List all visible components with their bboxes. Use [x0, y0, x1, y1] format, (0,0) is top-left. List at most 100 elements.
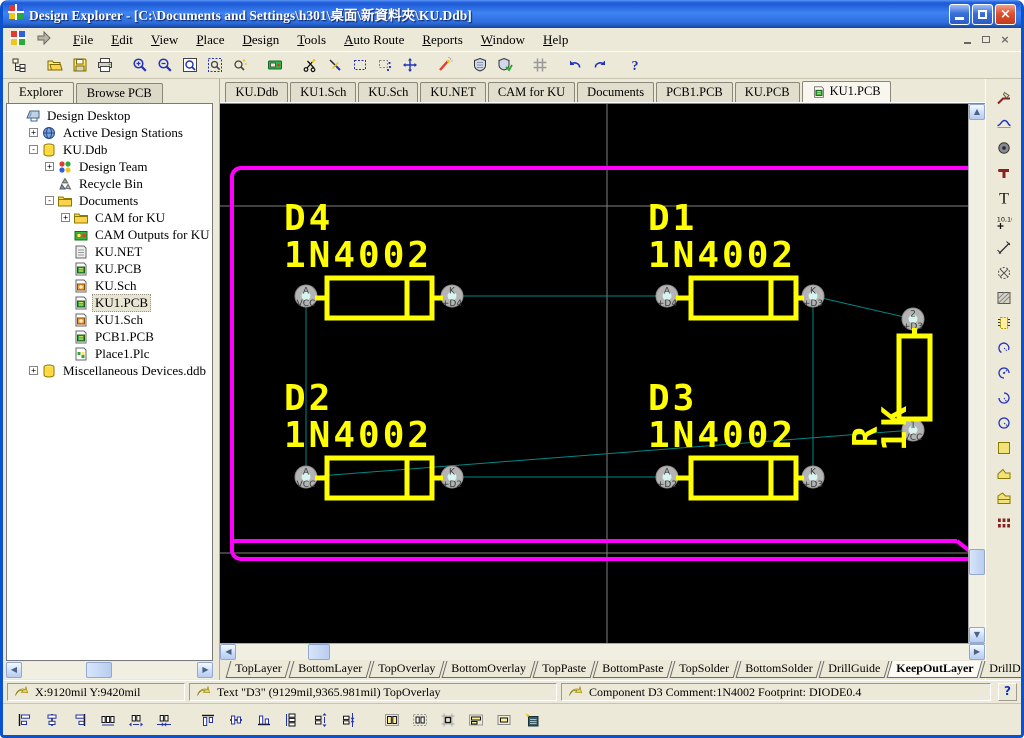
tree-item-miscellaneous-devices-ddb[interactable]: +Miscellaneous Devices.ddb	[9, 362, 212, 379]
wand-button[interactable]	[433, 54, 457, 76]
layer-tab-bottomsolder[interactable]: BottomSolder	[735, 661, 821, 678]
menu-app-icon[interactable]	[10, 30, 26, 50]
tree-item-place1-plc[interactable]: Place1.Plc	[9, 345, 212, 362]
shield-button[interactable]	[468, 54, 492, 76]
space-equal-h-button[interactable]	[95, 708, 121, 732]
layer-tab-bottomlayer[interactable]: BottomLayer	[289, 661, 372, 678]
tree-item-label[interactable]: Documents	[76, 193, 141, 209]
layer-colors-button[interactable]	[263, 54, 287, 76]
menu-help[interactable]: Help	[534, 29, 577, 51]
layer-tab-bottompaste[interactable]: BottomPaste	[592, 661, 672, 678]
scroll-up-icon[interactable]: ▲	[969, 104, 985, 120]
place-coordinate-button[interactable]: 10,10	[991, 212, 1017, 233]
tree-item-label[interactable]: KU.PCB	[92, 261, 145, 277]
full-circle-button[interactable]	[991, 412, 1017, 433]
expand-icon[interactable]: +	[29, 366, 38, 375]
expand-icon[interactable]: +	[61, 213, 70, 222]
place-component-button[interactable]	[991, 312, 1017, 333]
move-button[interactable]	[398, 54, 422, 76]
align-bottom-button[interactable]	[251, 708, 277, 732]
layer-tab-drillguide[interactable]: DrillGuide	[819, 661, 890, 678]
tree-item-recycle-bin[interactable]: Recycle Bin	[9, 175, 212, 192]
undo-button[interactable]	[563, 54, 587, 76]
tree-item-cam-outputs-for-ku[interactable]: CAM Outputs for KU	[9, 226, 212, 243]
tree-item-label[interactable]: PCB1.PCB	[92, 329, 157, 345]
layer-tab-topsolder[interactable]: TopSolder	[669, 661, 738, 678]
close-button[interactable]: ×	[995, 4, 1016, 25]
zoom-point-button[interactable]	[228, 54, 252, 76]
zoom-in-button[interactable]	[128, 54, 152, 76]
interactive-place-button[interactable]	[519, 708, 545, 732]
tree-item-label[interactable]: Design Desktop	[44, 108, 133, 124]
tree-item-pcb1-pcb[interactable]: PCB1.PCB	[9, 328, 212, 345]
scroll-left-icon[interactable]: ◀	[220, 644, 236, 660]
doc-tab-cam-for-ku[interactable]: CAM for KU	[488, 82, 575, 102]
print-button[interactable]	[93, 54, 117, 76]
tree-item-label[interactable]: Recycle Bin	[76, 176, 146, 192]
scroll-thumb[interactable]	[86, 662, 112, 678]
menu-design[interactable]: Design	[233, 29, 288, 51]
canvas-vertical-scrollbar[interactable]: ▲ ▼	[968, 104, 985, 643]
panel-tab-explorer[interactable]: Explorer	[8, 82, 74, 103]
zoom-window-button[interactable]	[178, 54, 202, 76]
tree-item-label[interactable]: KU.Ddb	[60, 142, 110, 158]
collapse-icon[interactable]: -	[45, 196, 54, 205]
place-keepout-button[interactable]	[991, 262, 1017, 283]
canvas-horizontal-scrollbar[interactable]: ◀ ▶	[220, 643, 985, 660]
doc-tab-ku1-sch[interactable]: KU1.Sch	[290, 82, 356, 102]
layer-tab-topoverlay[interactable]: TopOverlay	[369, 661, 445, 678]
arc-angle-button[interactable]	[991, 387, 1017, 408]
doc-tab-ku-sch[interactable]: KU.Sch	[358, 82, 418, 102]
paste-array-button[interactable]	[991, 512, 1017, 533]
slice-button[interactable]	[323, 54, 347, 76]
open-button[interactable]	[43, 54, 67, 76]
scroll-left-icon[interactable]: ◀	[6, 662, 22, 678]
tree-item-label[interactable]: Place1.Plc	[92, 346, 153, 362]
menu-window[interactable]: Window	[472, 29, 534, 51]
save-button[interactable]	[68, 54, 92, 76]
menu-view[interactable]: View	[142, 29, 187, 51]
tree-item-design-team[interactable]: + Design Team	[9, 158, 212, 175]
tree-item-label[interactable]: KU.NET	[92, 244, 145, 260]
menu-auto-route[interactable]: Auto Route	[335, 29, 413, 51]
help-button[interactable]: ?	[998, 683, 1017, 701]
maximize-button[interactable]	[972, 4, 993, 25]
arc-edge-button[interactable]	[991, 337, 1017, 358]
arrange-outside-button[interactable]	[407, 708, 433, 732]
tree-item-documents[interactable]: - Documents	[9, 192, 212, 209]
redo-button[interactable]	[588, 54, 612, 76]
tree-item-label[interactable]: CAM Outputs for KU	[92, 227, 212, 243]
doc-tab-ku-ddb[interactable]: KU.Ddb	[225, 82, 288, 102]
mdi-close-button[interactable]: ×	[997, 33, 1013, 47]
align-middle-button[interactable]	[223, 708, 249, 732]
tree-item-label[interactable]: Design Team	[76, 159, 151, 175]
menu-place[interactable]: Place	[187, 29, 233, 51]
tree-toggle-button[interactable]	[8, 54, 32, 76]
mdi-minimize-button[interactable]	[959, 33, 975, 47]
tree-item-ku-net[interactable]: KU.NET	[9, 243, 212, 260]
minimize-button[interactable]	[949, 4, 970, 25]
expand-icon[interactable]: +	[45, 162, 54, 171]
tree-item-cam-for-ku[interactable]: + CAM for KU	[9, 209, 212, 226]
panel-tab-browse-pcb[interactable]: Browse PCB	[76, 83, 163, 103]
doc-tab-ku1-pcb[interactable]: KU1.PCB	[802, 81, 891, 102]
zoom-out-button[interactable]	[153, 54, 177, 76]
arc-center-button[interactable]	[991, 362, 1017, 383]
align-center-h-button[interactable]	[39, 708, 65, 732]
menu-file[interactable]: File	[64, 29, 102, 51]
tree-item-design-desktop[interactable]: Design Desktop	[9, 107, 212, 124]
place-track-button[interactable]	[991, 87, 1017, 108]
split-plane-button[interactable]	[991, 487, 1017, 508]
menu-reports[interactable]: Reports	[413, 29, 471, 51]
place-pad-button[interactable]	[991, 137, 1017, 158]
expand-icon[interactable]: +	[29, 128, 38, 137]
place-hatch-button[interactable]	[991, 287, 1017, 308]
deselect-button[interactable]	[373, 54, 397, 76]
layer-tab-toplayer[interactable]: TopLayer	[226, 661, 291, 678]
layer-tab-drilldrawing[interactable]: DrillDrawing	[980, 661, 1024, 678]
collapse-icon[interactable]: -	[29, 145, 38, 154]
snap-grid-button[interactable]	[435, 708, 461, 732]
place-fill-button[interactable]	[991, 437, 1017, 458]
scroll-thumb[interactable]	[308, 644, 330, 660]
tree-item-label[interactable]: CAM for KU	[92, 210, 168, 226]
